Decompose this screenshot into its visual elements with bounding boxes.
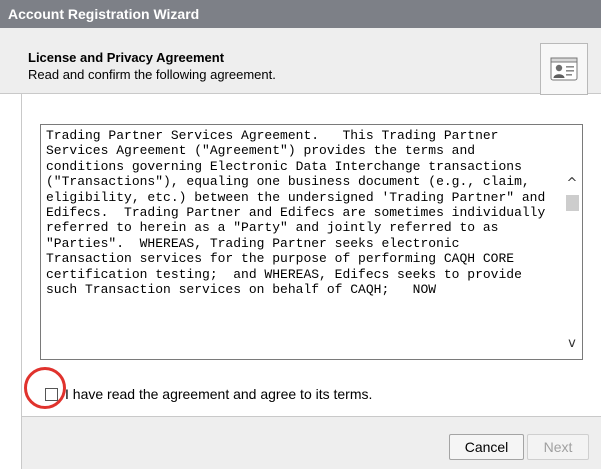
scroll-down-icon[interactable]: v (562, 335, 582, 353)
content-left-border (21, 94, 22, 469)
contact-card-icon (550, 57, 578, 81)
window-titlebar: Account Registration Wizard (0, 0, 601, 28)
wizard-footer: Cancel Next (22, 416, 601, 469)
next-button[interactable]: Next (527, 434, 589, 460)
window-title: Account Registration Wizard (8, 6, 200, 22)
page-title: License and Privacy Agreement (28, 50, 225, 65)
agreement-textarea[interactable]: Trading Partner Services Agreement. This… (40, 124, 583, 360)
registration-wizard-window: Account Registration Wizard License and … (0, 0, 601, 469)
agreement-text: Trading Partner Services Agreement. This… (46, 128, 554, 298)
page-subtitle: Read and confirm the following agreement… (28, 67, 276, 82)
wizard-header: License and Privacy Agreement Read and c… (0, 28, 601, 95)
agree-checkbox[interactable] (45, 388, 58, 401)
scroll-thumb[interactable] (566, 195, 579, 211)
cancel-button[interactable]: Cancel (449, 434, 524, 460)
agreement-scrollbar[interactable]: ^ v (562, 125, 582, 359)
scroll-up-icon[interactable]: ^ (562, 175, 582, 193)
agree-label[interactable]: I have read the agreement and agree to i… (65, 386, 372, 402)
header-icon-frame (540, 43, 588, 95)
